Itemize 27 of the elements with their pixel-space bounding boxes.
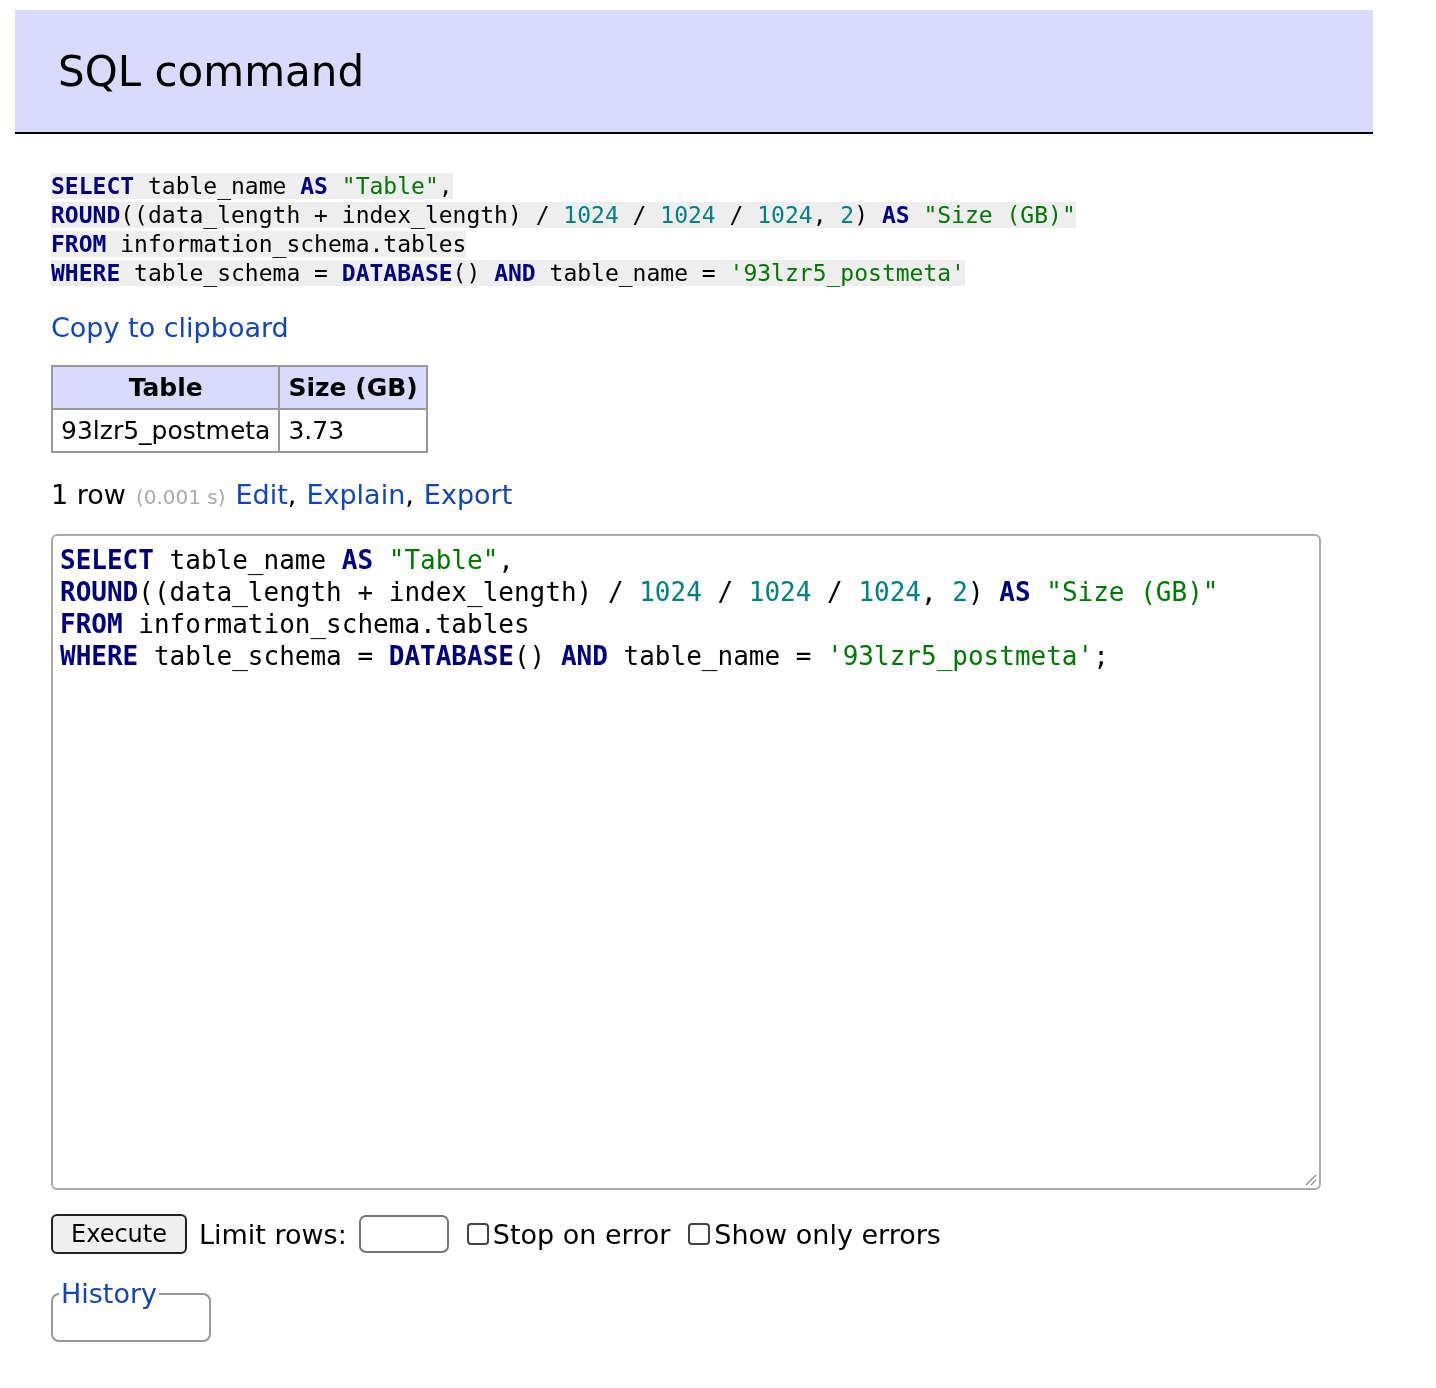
separator: , <box>405 479 414 510</box>
action-link[interactable]: Export <box>423 479 513 510</box>
column-header: Table <box>52 366 280 409</box>
execute-button[interactable]: Execute <box>51 1214 187 1254</box>
table-cell: 93lzr5_postmeta <box>52 409 280 452</box>
resize-grip-icon[interactable] <box>1303 1172 1317 1186</box>
action-link[interactable]: Explain <box>306 479 406 510</box>
limit-input[interactable] <box>358 1215 449 1253</box>
copy-link[interactable]: Copy to clipboard <box>51 312 289 343</box>
code-line: FROM information_schema.tables <box>60 609 530 639</box>
limit-label: Limit rows: <box>199 1218 347 1250</box>
code-line: SELECT table_name AS "Table", <box>60 545 514 575</box>
checkbox[interactable] <box>466 1223 489 1245</box>
code-line: WHERE table_schema = DATABASE() AND table_name = '93lzr5_postmeta'; <box>60 641 1109 671</box>
history-link[interactable]: History <box>61 1278 158 1309</box>
query-time: (0.001 s) <box>135 485 226 509</box>
checkbox-label: Show only errors <box>714 1218 941 1250</box>
column-header: Size (GB) <box>279 366 427 409</box>
page-title: SQL command <box>58 46 365 96</box>
action-link[interactable]: Edit <box>235 479 288 510</box>
checkbox-label: Stop on error <box>492 1218 671 1250</box>
row-count: 1 row <box>51 479 126 510</box>
separator: , <box>287 479 297 510</box>
checkbox[interactable] <box>688 1223 711 1245</box>
code-line: ROUND((data_length + index_length) / 1024 / 1024 / 1024, 2) AS "Size (GB)" <box>60 577 1219 607</box>
sql-editor[interactable] <box>51 534 1321 1190</box>
table-cell: 3.73 <box>279 409 427 452</box>
